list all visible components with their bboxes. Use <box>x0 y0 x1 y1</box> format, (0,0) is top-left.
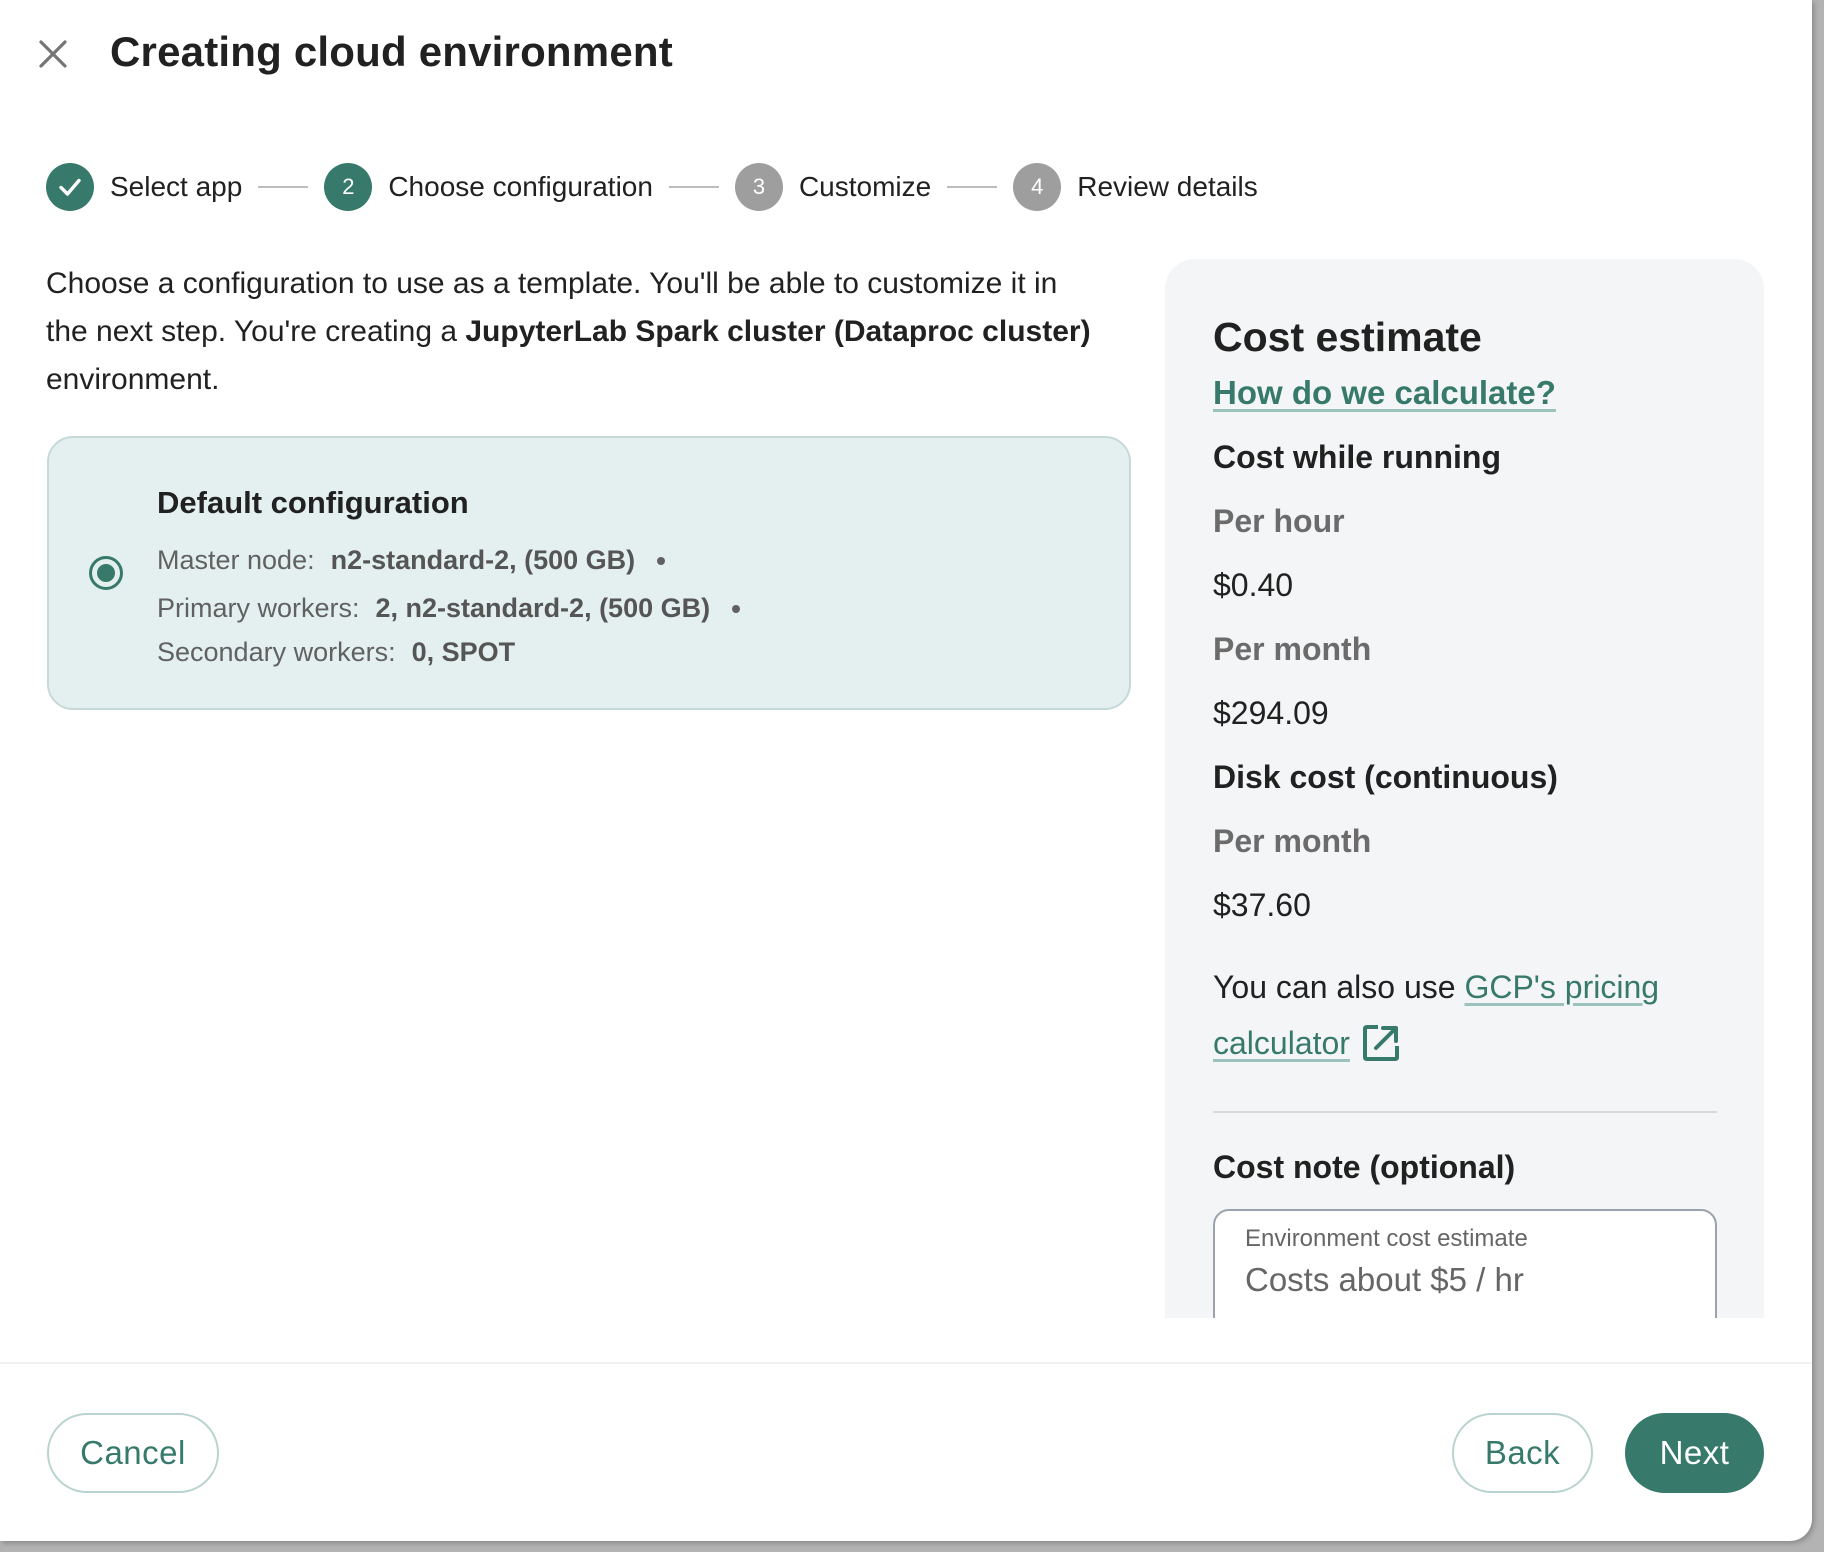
disk-cost-heading: Disk cost (continuous) <box>1213 759 1558 795</box>
configuration-title: Default configuration <box>157 485 469 520</box>
per-hour-label: Per hour <box>1213 503 1345 539</box>
how-do-we-calculate-link[interactable]: How do we calculate? <box>1213 374 1556 412</box>
step-separator <box>668 186 719 188</box>
primary-workers-detail: Primary workers: 2, n2-standard-2, (500 … <box>157 593 741 624</box>
app-name: JupyterLab Spark cluster (Dataproc clust… <box>465 315 1091 348</box>
step-review-details: 4 Review details <box>1013 163 1258 211</box>
bullet-separator <box>657 556 666 565</box>
step-2-indicator: 2 <box>324 163 373 211</box>
step-select-app: Select app <box>46 163 242 211</box>
close-button[interactable] <box>32 33 74 75</box>
disk-per-month-value: $37.60 <box>1213 887 1311 923</box>
instructions-text: Choose a configuration to use as a templ… <box>46 260 1106 404</box>
section-divider <box>1213 1111 1717 1113</box>
step-label: Review details <box>1077 171 1258 202</box>
back-button[interactable]: Back <box>1452 1413 1593 1493</box>
cancel-button[interactable]: Cancel <box>47 1413 219 1493</box>
step-separator <box>258 186 309 188</box>
external-link-icon[interactable] <box>1362 1024 1400 1062</box>
footer-divider <box>0 1362 1812 1364</box>
per-hour-value: $0.40 <box>1213 567 1294 603</box>
secondary-workers-detail: Secondary workers: 0, SPOT <box>157 637 515 668</box>
cost-note-input[interactable]: Environment cost estimate Costs about $5… <box>1213 1209 1717 1318</box>
detail-value: 0, SPOT <box>411 637 516 667</box>
step-choose-configuration: 2 Choose configuration <box>324 163 653 211</box>
cost-note-field-value[interactable]: Costs about $5 / hr <box>1245 1261 1685 1299</box>
bullet-separator <box>732 604 741 613</box>
disk-per-month-label: Per month <box>1213 823 1372 859</box>
step-3-indicator: 3 <box>734 163 783 211</box>
configuration-option-default[interactable]: Default configuration Master node: n2-st… <box>47 436 1131 710</box>
cost-while-running-heading: Cost while running <box>1213 439 1501 475</box>
pricing-calculator-text: You can also use GCP's pricing calculato… <box>1213 959 1733 1071</box>
step-label: Select app <box>110 171 243 202</box>
cost-estimate-panel: Cost estimate How do we calculate? Cost … <box>1165 259 1764 1318</box>
radio-dot <box>97 564 115 582</box>
dialog-title: Creating cloud environment <box>110 28 673 75</box>
per-month-value: $294.09 <box>1213 695 1329 731</box>
next-button[interactable]: Next <box>1625 1413 1764 1493</box>
step-customize: 3 Customize <box>734 163 932 211</box>
step-1-indicator <box>46 163 94 211</box>
detail-label: Secondary workers: <box>157 637 396 667</box>
step-label: Customize <box>798 171 932 202</box>
description-suffix: environment. <box>46 363 220 396</box>
master-node-detail: Master node: n2-standard-2, (500 GB) <box>157 545 666 576</box>
step-4-indicator: 4 <box>1013 163 1062 211</box>
detail-label: Primary workers: <box>157 593 360 623</box>
cost-note-field-label: Environment cost estimate <box>1245 1225 1528 1252</box>
radio-button-selected[interactable] <box>89 556 123 590</box>
cost-estimate-title: Cost estimate <box>1213 314 1482 360</box>
pricing-prefix: You can also use <box>1213 969 1465 1005</box>
stepper: Select app 2 Choose configuration 3 Cust… <box>46 163 1258 211</box>
step-label: Choose configuration <box>388 171 653 202</box>
close-icon <box>39 40 67 68</box>
detail-label: Master node: <box>157 545 315 575</box>
per-month-label: Per month <box>1213 631 1372 667</box>
create-environment-dialog: Creating cloud environment Select app 2 … <box>0 0 1812 1541</box>
cost-note-heading: Cost note (optional) <box>1213 1149 1516 1185</box>
detail-value: n2-standard-2, (500 GB) <box>330 545 636 575</box>
detail-value: 2, n2-standard-2, (500 GB) <box>375 593 711 623</box>
check-icon <box>59 178 81 196</box>
step-separator <box>947 186 998 188</box>
